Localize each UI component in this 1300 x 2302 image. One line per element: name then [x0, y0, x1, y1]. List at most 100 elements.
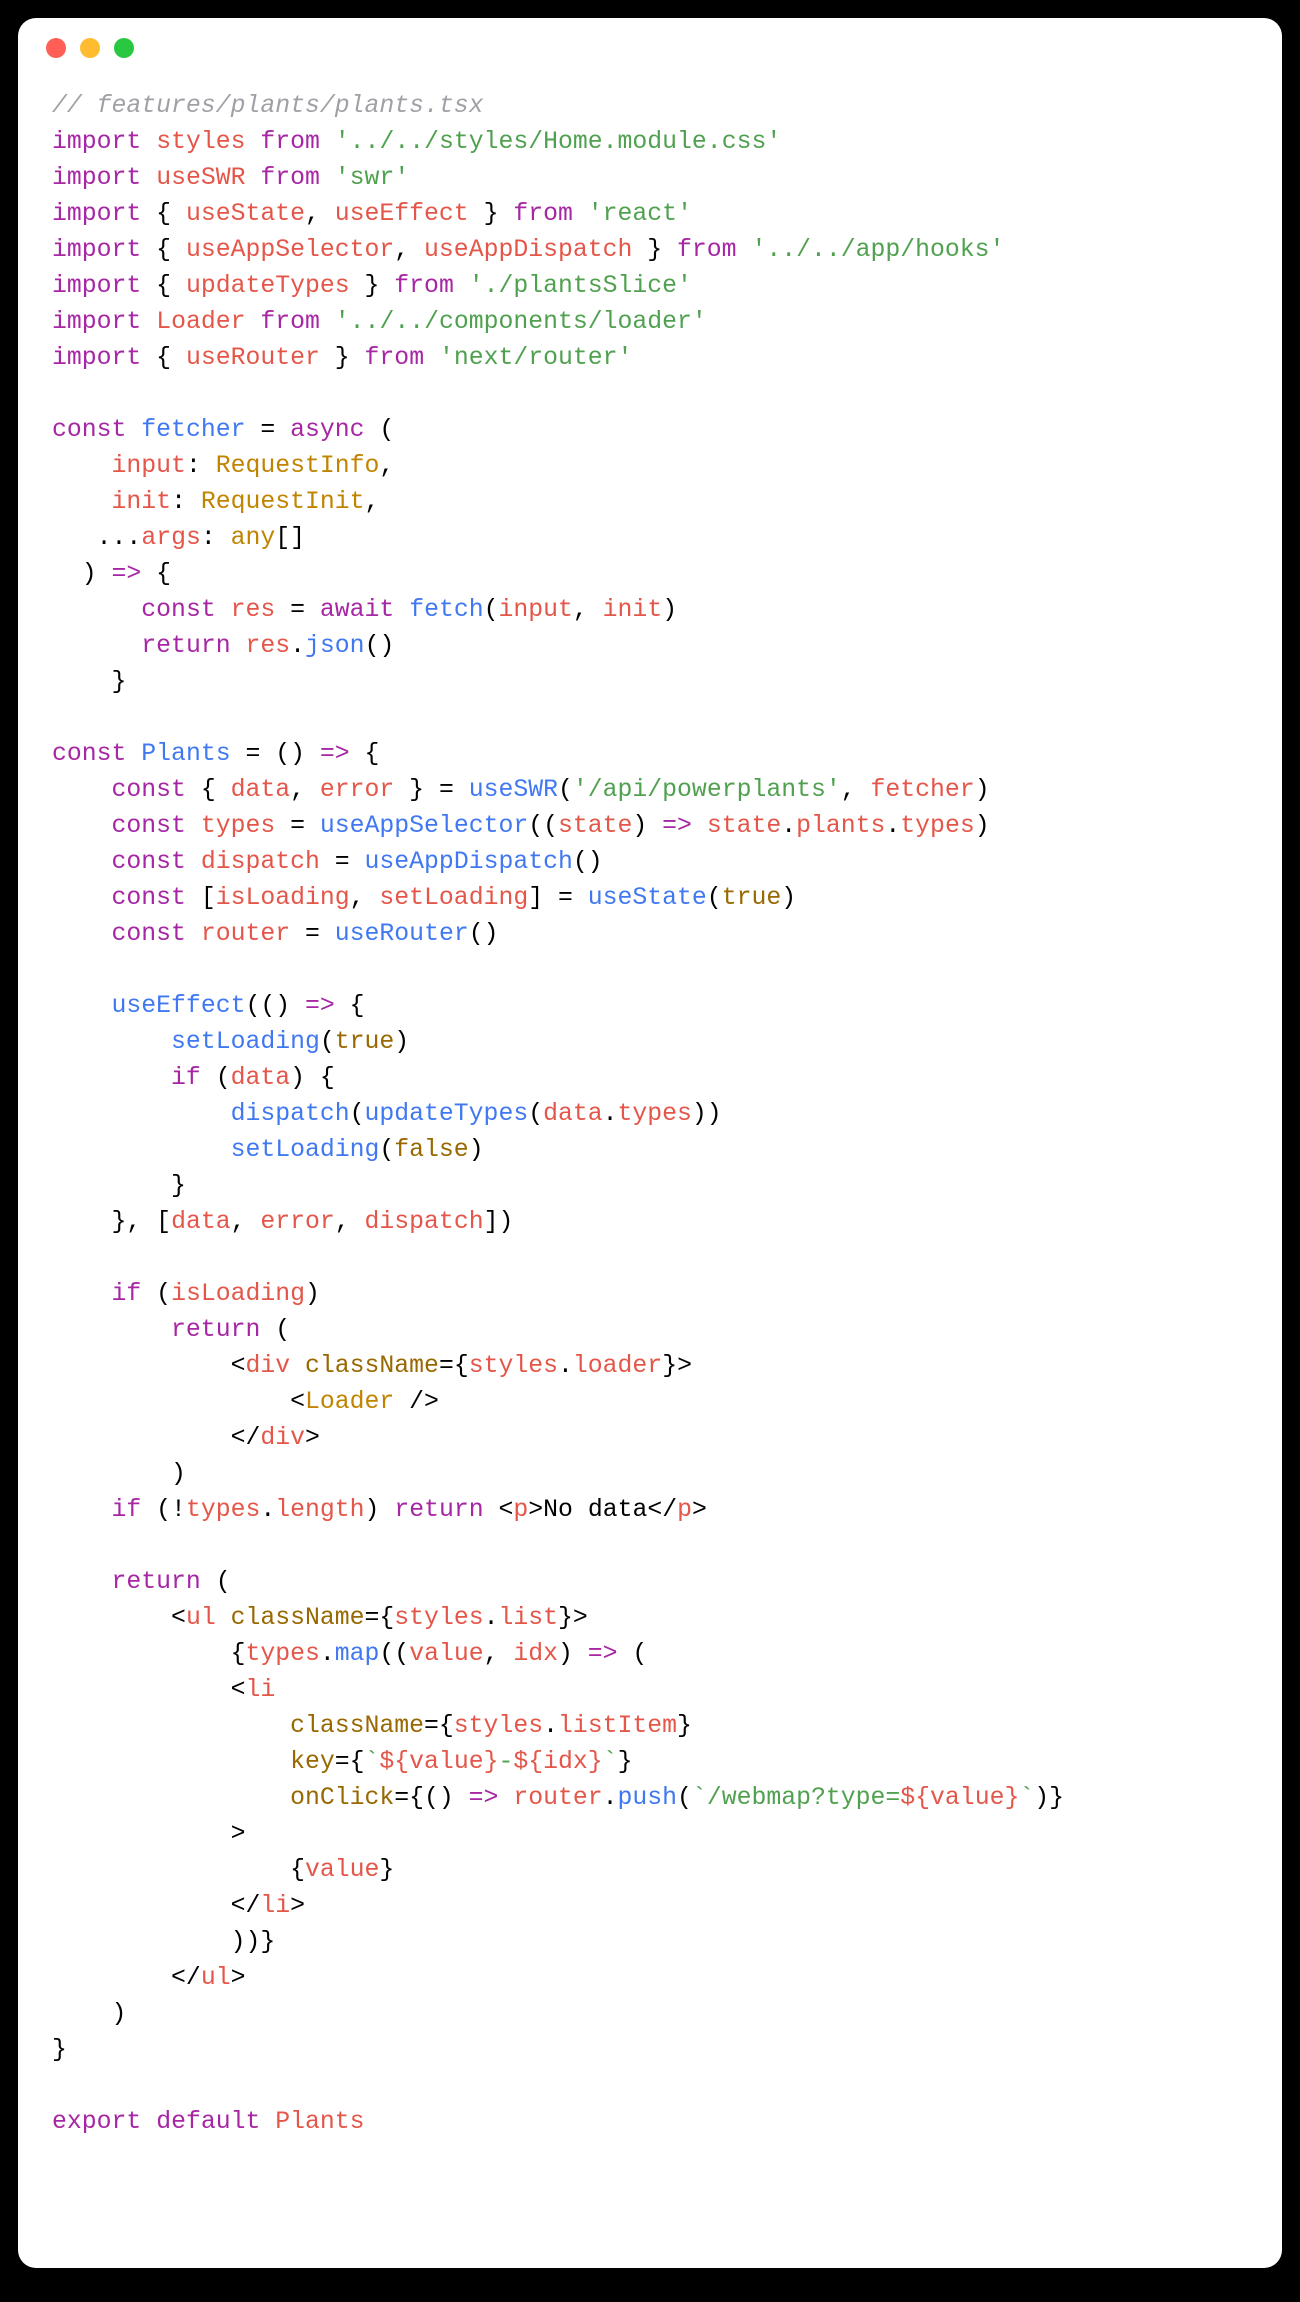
jsx-tag: p — [513, 1496, 528, 1524]
ident: res — [231, 596, 276, 624]
punc: (! — [141, 1496, 186, 1524]
arrow: => — [305, 992, 335, 1020]
punc: } = — [394, 776, 468, 804]
punc: ={ — [424, 1712, 454, 1740]
kw-import: import — [52, 200, 141, 228]
arrow: => — [662, 812, 692, 840]
punc: ( — [618, 1640, 648, 1668]
tmpl: ` — [365, 1748, 380, 1776]
call: useRouter — [335, 920, 469, 948]
punc — [290, 1352, 305, 1380]
ident: state — [707, 812, 781, 840]
punc: ) — [469, 1136, 484, 1164]
ident: isLoading — [216, 884, 350, 912]
punc: )) — [692, 1100, 722, 1128]
jsx-attr: className — [305, 1352, 439, 1380]
arrow: => — [112, 560, 142, 588]
param: args — [141, 524, 201, 552]
punc: ) — [781, 884, 796, 912]
punc: < — [231, 1352, 246, 1380]
call: useState — [588, 884, 707, 912]
punc: } — [588, 1748, 603, 1776]
call: useEffect — [112, 992, 246, 1020]
punc — [484, 1496, 499, 1524]
kw-const: const — [112, 884, 186, 912]
def-fetcher: fetcher — [141, 416, 245, 444]
window-titlebar — [18, 18, 1282, 78]
ident: fetcher — [871, 776, 975, 804]
ident: styles — [469, 1352, 558, 1380]
punc: , — [841, 776, 871, 804]
punc: , — [290, 776, 320, 804]
string: 'next/router' — [439, 344, 632, 372]
ident: init — [603, 596, 663, 624]
ident: data — [231, 776, 291, 804]
punc: ( — [201, 1064, 231, 1092]
page-frame: // features/plants/plants.tsx import sty… — [0, 0, 1300, 2302]
punc: = — [275, 596, 320, 624]
tmpl: ` — [692, 1784, 707, 1812]
call: setLoading — [231, 1136, 380, 1164]
maximize-icon[interactable] — [114, 38, 134, 58]
string: './plantsSlice' — [469, 272, 692, 300]
punc: /> — [394, 1388, 439, 1416]
ident: setLoading — [379, 884, 528, 912]
jsx-tag: Loader — [305, 1388, 394, 1416]
minimize-icon[interactable] — [80, 38, 100, 58]
string: '../../components/loader' — [335, 308, 707, 336]
call: json — [305, 632, 365, 660]
ident: isLoading — [171, 1280, 305, 1308]
punc: }> — [558, 1604, 588, 1632]
param: value — [409, 1640, 483, 1668]
punc: = — [275, 812, 320, 840]
punc: ) — [394, 1028, 409, 1056]
punc: () — [469, 920, 499, 948]
punc: ( — [201, 1568, 231, 1596]
punc: > — [290, 1892, 305, 1920]
kw-async: async — [290, 416, 364, 444]
ident: dispatch — [365, 1208, 484, 1236]
punc: . — [558, 1352, 573, 1380]
ident: dispatch — [201, 848, 320, 876]
kw-const: const — [141, 596, 215, 624]
punc: ( — [558, 776, 573, 804]
param: init — [112, 488, 172, 516]
punc: , — [379, 452, 394, 480]
punc: . — [603, 1784, 618, 1812]
punc: } — [379, 1856, 394, 1884]
punc: > — [305, 1424, 320, 1452]
kw-return: return — [394, 1496, 483, 1524]
ident: input — [499, 596, 573, 624]
punc: ( — [350, 1100, 365, 1128]
punc: : — [171, 488, 201, 516]
bool: false — [394, 1136, 468, 1164]
punc: }, [ — [112, 1208, 172, 1236]
punc: ${ — [900, 1784, 930, 1812]
punc: } — [350, 272, 395, 300]
punc: } — [484, 1748, 499, 1776]
param: state — [558, 812, 632, 840]
punc: > — [692, 1496, 707, 1524]
ident: useRouter — [186, 344, 320, 372]
punc: } — [320, 344, 365, 372]
ident: styles — [156, 128, 245, 156]
punc: ) — [112, 2000, 127, 2028]
punc: : — [201, 524, 231, 552]
call: setLoading — [171, 1028, 320, 1056]
call: useAppDispatch — [365, 848, 573, 876]
ident: styles — [454, 1712, 543, 1740]
punc: (( — [379, 1640, 409, 1668]
punc: ) — [305, 1280, 320, 1308]
def-plants: Plants — [141, 740, 230, 768]
punc: </ — [231, 1892, 261, 1920]
kw-const: const — [112, 812, 186, 840]
punc: . — [484, 1604, 499, 1632]
ident: types — [186, 1496, 260, 1524]
punc: { — [231, 1640, 246, 1668]
punc: (( — [528, 812, 558, 840]
close-icon[interactable] — [46, 38, 66, 58]
kw-const: const — [112, 848, 186, 876]
call: dispatch — [231, 1100, 350, 1128]
code-comment: // features/plants/plants.tsx — [52, 92, 484, 120]
type: RequestInit — [201, 488, 365, 516]
